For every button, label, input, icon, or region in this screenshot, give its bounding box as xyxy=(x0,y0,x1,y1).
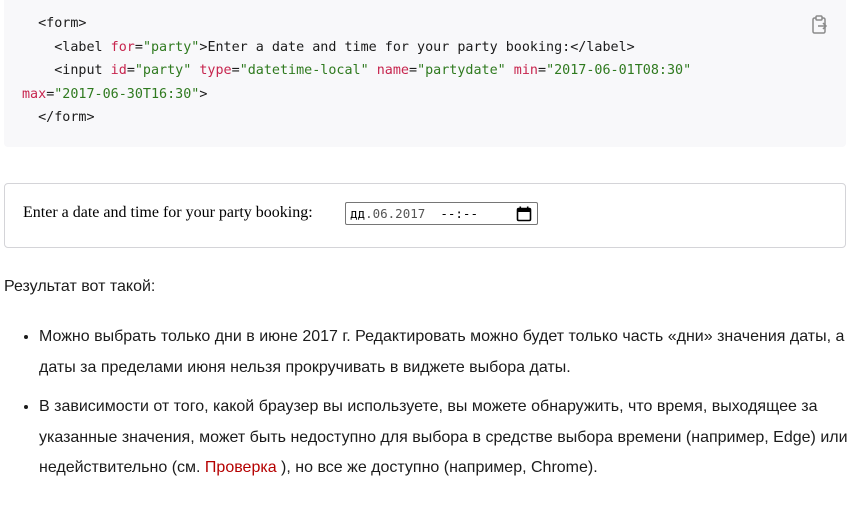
datetime-input-value: дд.06.2017 --:-- xyxy=(350,206,478,221)
day-segment[interactable]: дд xyxy=(350,206,365,221)
month-year-segment[interactable]: .06.2017 xyxy=(365,206,425,221)
code-listing: <form> <label for="party">Enter a date a… xyxy=(22,16,692,125)
code-attr-max: max xyxy=(22,86,47,102)
copy-to-clipboard-button[interactable] xyxy=(810,14,830,36)
code-eq: = xyxy=(134,39,143,55)
code-label-text: Enter a date and time for your party boo… xyxy=(207,39,571,55)
code-val-type: "datetime-local" xyxy=(239,63,369,78)
code-val-min: "2017-06-01T08:30" xyxy=(546,63,692,78)
code-attr-type: type xyxy=(191,63,232,78)
datetime-local-input[interactable]: дд.06.2017 --:-- xyxy=(345,202,538,225)
code-val-name: "partydate" xyxy=(417,63,506,78)
code-input-tag: <input xyxy=(54,63,103,78)
bullet-2-tail: ), но все же доступно (например, Chrome)… xyxy=(281,459,598,476)
bullet-1-text: Можно выбрать только дни в июне 2017 г. … xyxy=(39,328,845,376)
calendar-icon[interactable] xyxy=(516,206,532,222)
code-val-max: "2017-06-30T16:30" xyxy=(54,86,200,102)
code-val-party: "party" xyxy=(142,39,200,55)
code-attr-name: name xyxy=(368,63,409,78)
code-form-close: </form> xyxy=(38,110,95,125)
code-form-open: <form> xyxy=(38,16,87,31)
time-segment[interactable]: --:-- xyxy=(440,206,478,221)
live-result-frame: Enter a date and time for your party boo… xyxy=(4,183,846,248)
code-label-tag: <label xyxy=(54,39,103,55)
list-item: Можно выбрать только дни в июне 2017 г. … xyxy=(39,322,850,383)
code-attr-for: for xyxy=(102,39,135,55)
notes-list: Можно выбрать только дни в июне 2017 г. … xyxy=(4,322,850,493)
code-val-id: "party" xyxy=(134,63,192,78)
result-intro-text: Результат вот такой: xyxy=(4,278,156,295)
party-label: Enter a date and time for your party boo… xyxy=(23,204,313,221)
copy-to-clipboard-icon xyxy=(812,15,828,34)
list-item: В зависимости от того, какой браузер вы … xyxy=(39,392,850,484)
validation-link[interactable]: Проверка xyxy=(205,459,277,476)
code-label-close: </label> xyxy=(570,39,635,55)
code-input-gt: > xyxy=(199,86,208,102)
code-attr-id: id xyxy=(102,63,127,78)
code-attr-min: min xyxy=(505,63,538,78)
code-example-block: <form> <label for="party">Enter a date a… xyxy=(4,0,846,147)
